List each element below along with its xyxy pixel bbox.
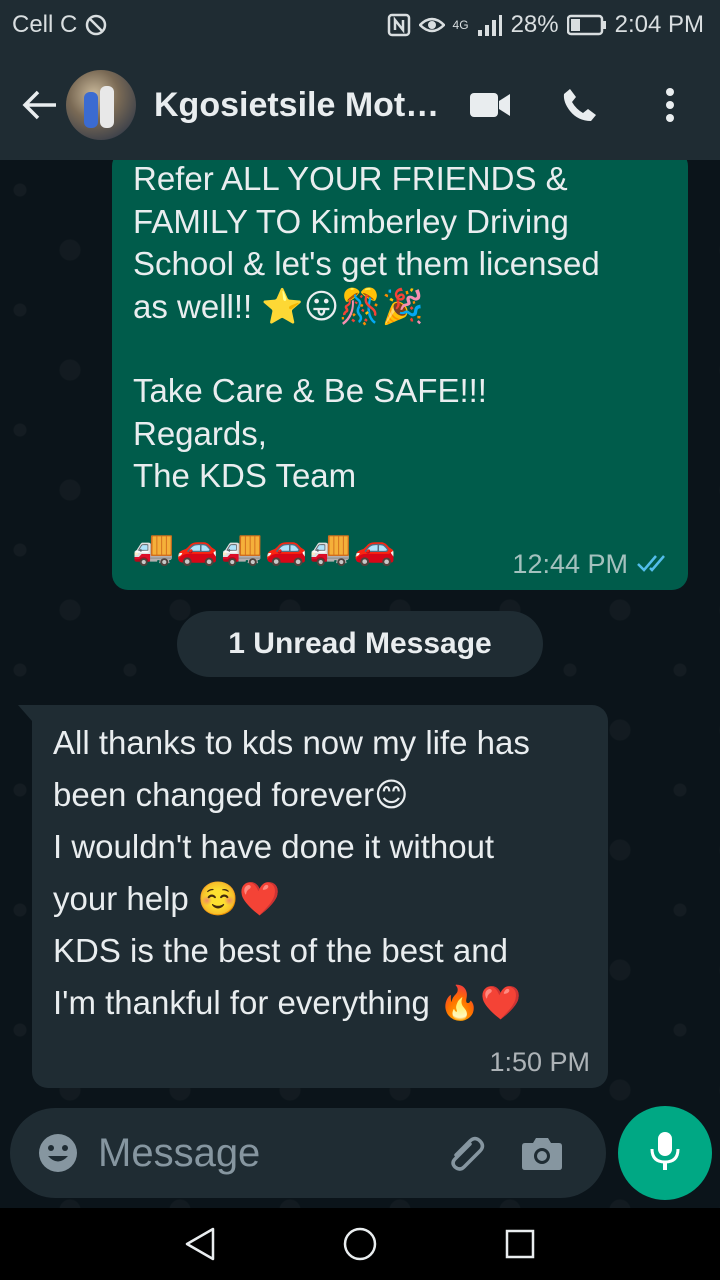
- message-input[interactable]: [98, 1123, 428, 1183]
- nfc-icon: [387, 13, 411, 37]
- chat-header: Kgosietsile Moth…: [0, 50, 720, 160]
- back-nav-icon[interactable]: [170, 1214, 230, 1274]
- home-nav-icon[interactable]: [330, 1214, 390, 1274]
- navigation-bar: [0, 1208, 720, 1280]
- attach-icon[interactable]: [438, 1125, 494, 1181]
- voice-call-icon[interactable]: [550, 75, 610, 135]
- incoming-line: I'm thankful for everything 🔥❤️: [53, 984, 522, 1021]
- outgoing-closing: Take Care & Be SAFE!!! Regards, The KDS …: [133, 372, 487, 494]
- avatar[interactable]: [66, 70, 136, 140]
- contact-name[interactable]: Kgosietsile Moth…: [154, 86, 454, 125]
- eye-comfort-icon: [418, 15, 445, 35]
- battery-icon: [566, 14, 607, 36]
- microphone-button[interactable]: [618, 1106, 712, 1200]
- no-data-icon: [85, 14, 107, 36]
- read-ticks-icon: [636, 549, 670, 580]
- recents-nav-icon[interactable]: [490, 1214, 550, 1274]
- vehicle-emojis: 🚚🚗🚚🚗🚚🚗: [132, 528, 399, 568]
- signal-icon: [477, 14, 503, 36]
- battery-percent: 28%: [510, 11, 559, 38]
- clock: 2:04 PM: [614, 11, 704, 38]
- message-composer: [10, 1108, 606, 1198]
- incoming-line: your help ☺️❤️: [53, 880, 281, 917]
- network-type: 4G: [452, 18, 469, 32]
- incoming-text: All thanks to kds now my life has been c…: [53, 717, 588, 1029]
- back-arrow-icon[interactable]: [10, 75, 70, 135]
- carrier-name: Cell C: [12, 11, 78, 38]
- incoming-message[interactable]: All thanks to kds now my life has been c…: [18, 705, 608, 1088]
- message-meta: 12:44 PM: [512, 549, 670, 580]
- status-bar: Cell C 4G 28% 2:04 PM: [0, 0, 720, 50]
- chat-area[interactable]: Refer ALL YOUR FRIENDS & FAMILY TO Kimbe…: [0, 160, 720, 1208]
- incoming-line: KDS is the best of the best and: [53, 932, 508, 969]
- incoming-line: been changed forever😊: [53, 776, 409, 813]
- microphone-icon: [650, 1131, 680, 1176]
- outgoing-emojis: ⭐😛🎊🎉: [261, 286, 424, 327]
- outgoing-text: Refer ALL YOUR FRIENDS & FAMILY TO Kimbe…: [133, 160, 600, 327]
- emoji-icon[interactable]: [28, 1123, 88, 1183]
- unread-divider: 1 Unread Message: [177, 611, 543, 677]
- video-call-icon[interactable]: [460, 75, 520, 135]
- incoming-line: All thanks to kds now my life has: [53, 724, 530, 761]
- more-options-icon[interactable]: [640, 75, 700, 135]
- outgoing-message[interactable]: Refer ALL YOUR FRIENDS & FAMILY TO Kimbe…: [112, 160, 688, 590]
- camera-icon[interactable]: [514, 1125, 570, 1181]
- outgoing-time: 12:44 PM: [512, 549, 628, 579]
- incoming-line: I wouldn't have done it without: [53, 828, 495, 865]
- incoming-time: 1:50 PM: [489, 1047, 590, 1077]
